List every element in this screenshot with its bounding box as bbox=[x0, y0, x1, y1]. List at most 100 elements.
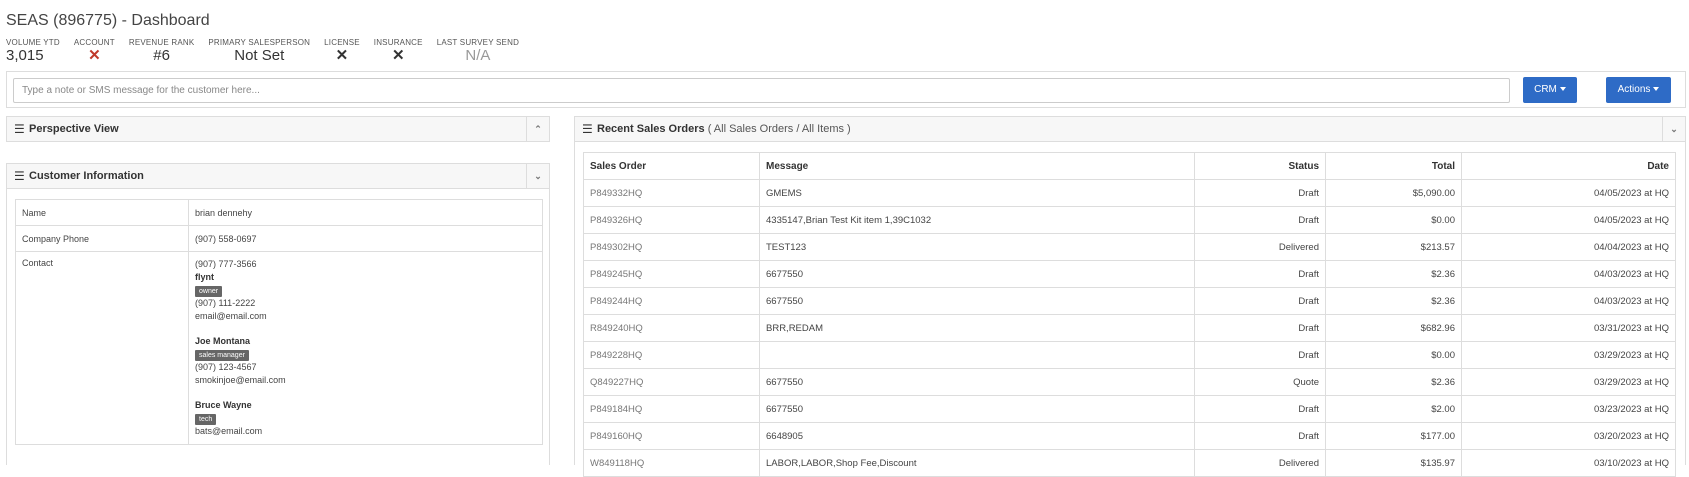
contact-card: Joe Montana sales manager (907) 123-4567… bbox=[195, 335, 536, 387]
chevron-down-icon[interactable]: ⌄ bbox=[1662, 117, 1685, 141]
stat-label: VOLUME YTD bbox=[6, 38, 60, 47]
cell-date: 04/05/2023 at HQ bbox=[1461, 206, 1676, 234]
cell-sales-order[interactable]: Q849227HQ bbox=[583, 368, 760, 396]
cell-total: $0.00 bbox=[1325, 206, 1462, 234]
cell-sales-order[interactable]: P849244HQ bbox=[583, 287, 760, 315]
cell-sales-order[interactable]: P849184HQ bbox=[583, 395, 760, 423]
table-row[interactable]: W849118HQ LABOR,LABOR,Shop Fee,Discount De… bbox=[583, 449, 1676, 477]
table-row[interactable]: P849332HQ GMEMS Draft $5,090.00 04/05/2023 a… bbox=[583, 179, 1676, 207]
cell-date: 04/04/2023 at HQ bbox=[1461, 233, 1676, 261]
note-input[interactable]: Type a note or SMS message for the custo… bbox=[13, 78, 1510, 103]
orders-filter[interactable]: ( All Sales Orders / All Items ) bbox=[708, 123, 851, 135]
contact-email[interactable]: smokinjoe@email.com bbox=[195, 374, 536, 387]
cell-message: GMEMS bbox=[759, 179, 1195, 207]
table-row[interactable]: Q849227HQ 6677550 Quote $2.36 03/29/2023 at … bbox=[583, 368, 1676, 396]
col-message[interactable]: Message bbox=[759, 152, 1195, 180]
crm-button[interactable]: CRM bbox=[1523, 77, 1577, 103]
cell-message: 6677550 bbox=[759, 395, 1195, 423]
stat-primary-salesperson: PRIMARY SALESPERSON Not Set bbox=[208, 38, 310, 65]
stat-value: N/A bbox=[465, 47, 491, 64]
cell-total: $2.00 bbox=[1325, 395, 1462, 423]
panel-title: Recent Sales Orders ( All Sales Orders /… bbox=[597, 117, 851, 141]
cell-status: Draft bbox=[1194, 422, 1326, 450]
panel-title: Perspective View bbox=[29, 123, 119, 135]
cell-date: 04/03/2023 at HQ bbox=[1461, 287, 1676, 315]
table-row[interactable]: P849228HQ Draft $0.00 03/29/2023 at HQ bbox=[583, 341, 1676, 369]
cell-status: Delivered bbox=[1194, 233, 1326, 261]
role-badge: owner bbox=[195, 286, 223, 297]
col-date[interactable]: Date bbox=[1461, 152, 1676, 180]
cell-date: 03/23/2023 at HQ bbox=[1461, 395, 1676, 423]
info-label: Company Phone bbox=[15, 225, 189, 252]
cell-sales-order[interactable]: W849118HQ bbox=[583, 449, 760, 477]
contact-phone: (907) 777-3566 bbox=[195, 259, 257, 269]
table-row[interactable]: P849160HQ 6648905 Draft $177.00 03/20/2023 a… bbox=[583, 422, 1676, 450]
cell-status: Delivered bbox=[1194, 449, 1326, 477]
cell-message: 6677550 bbox=[759, 260, 1195, 288]
stat-value: Not Set bbox=[234, 47, 285, 64]
orders-header-row: Sales Order Message Status Total Date bbox=[583, 152, 1676, 180]
stat-insurance: INSURANCE ✕ bbox=[374, 38, 423, 65]
cell-status: Draft bbox=[1194, 260, 1326, 288]
cell-message: LABOR,LABOR,Shop Fee,Discount bbox=[759, 449, 1195, 477]
info-label: Name bbox=[15, 199, 189, 226]
cell-sales-order[interactable]: P849228HQ bbox=[583, 341, 760, 369]
x-icon: ✕ bbox=[391, 47, 405, 64]
cell-date: 03/31/2023 at HQ bbox=[1461, 314, 1676, 342]
contact-email[interactable]: email@email.com bbox=[195, 310, 536, 323]
contact-card: flynt owner (907) 111-2222 email@email.c… bbox=[195, 271, 536, 323]
table-row[interactable]: R849240HQ BRR,REDAM Draft $682.96 03/31/2023… bbox=[583, 314, 1676, 342]
cell-status: Draft bbox=[1194, 314, 1326, 342]
info-row-phone: Company Phone (907) 558-0697 bbox=[15, 225, 543, 252]
stat-label: ACCOUNT bbox=[73, 38, 115, 47]
table-row[interactable]: P849302HQ TEST123 Delivered $213.57 04/04/20… bbox=[583, 233, 1676, 261]
col-sales-order[interactable]: Sales Order bbox=[583, 152, 760, 180]
col-total[interactable]: Total bbox=[1325, 152, 1462, 180]
table-row[interactable]: P849244HQ 6677550 Draft $2.36 04/03/2023 at … bbox=[583, 287, 1676, 315]
cell-message bbox=[759, 341, 1195, 369]
orders-table: Sales Order Message Status Total Date P8… bbox=[583, 152, 1676, 477]
cell-sales-order[interactable]: R849240HQ bbox=[583, 314, 760, 342]
stat-last-survey-send: LAST SURVEY SEND N/A bbox=[437, 38, 519, 65]
col-status[interactable]: Status bbox=[1194, 152, 1326, 180]
caret-down-icon bbox=[1559, 87, 1566, 92]
role-badge: sales manager bbox=[195, 350, 249, 361]
cell-message: 6677550 bbox=[759, 368, 1195, 396]
contact-primary-phone: (907) 777-3566 bbox=[195, 258, 536, 271]
table-row[interactable]: P849245HQ 6677550 Draft $2.36 04/03/2023 at … bbox=[583, 260, 1676, 288]
cell-sales-order[interactable]: P849326HQ bbox=[583, 206, 760, 234]
perspective-panel-header[interactable]: ☰ Perspective View ⌃ bbox=[6, 116, 550, 142]
table-row[interactable]: P849184HQ 6677550 Draft $2.00 03/23/2023 at … bbox=[583, 395, 1676, 423]
orders-title: Recent Sales Orders bbox=[597, 123, 705, 135]
contact-email[interactable]: bats@email.com bbox=[195, 425, 536, 438]
cell-date: 04/03/2023 at HQ bbox=[1461, 260, 1676, 288]
cell-total: $213.57 bbox=[1325, 233, 1462, 261]
cell-sales-order[interactable]: P849245HQ bbox=[583, 260, 760, 288]
cell-date: 03/29/2023 at HQ bbox=[1461, 341, 1676, 369]
table-row[interactable]: P849326HQ 4335147,Brian Test Kit item 1,3… bbox=[583, 206, 1676, 234]
stat-label: LICENSE bbox=[324, 38, 360, 47]
cell-sales-order[interactable]: P849160HQ bbox=[583, 422, 760, 450]
cell-message: 4335147,Brian Test Kit item 1,39C1032 bbox=[759, 206, 1195, 234]
cell-total: $135.97 bbox=[1325, 449, 1462, 477]
cell-status: Draft bbox=[1194, 179, 1326, 207]
orders-panel-header[interactable]: ☰ Recent Sales Orders ( All Sales Orders… bbox=[574, 116, 1686, 142]
actions-button[interactable]: Actions bbox=[1606, 77, 1671, 103]
contact-card: Bruce Wayne tech bats@email.com bbox=[195, 399, 536, 438]
chevron-up-icon[interactable]: ⌃ bbox=[526, 117, 549, 141]
page-title: SEAS (896775) - Dashboard bbox=[6, 12, 210, 29]
panel-title: Customer Information bbox=[29, 170, 144, 182]
crm-label: CRM bbox=[1534, 84, 1557, 95]
chevron-down-icon[interactable]: ⌄ bbox=[526, 164, 549, 188]
cell-sales-order[interactable]: P849332HQ bbox=[583, 179, 760, 207]
stats-bar: VOLUME YTD 3,015 ACCOUNT ✕ REVENUE RANK … bbox=[6, 38, 533, 65]
cell-total: $2.36 bbox=[1325, 368, 1462, 396]
note-bar: Type a note or SMS message for the custo… bbox=[6, 71, 1686, 108]
info-row-name: Name brian dennehy bbox=[15, 199, 543, 226]
cell-date: 03/10/2023 at HQ bbox=[1461, 449, 1676, 477]
stat-label: INSURANCE bbox=[373, 38, 423, 47]
cell-sales-order[interactable]: P849302HQ bbox=[583, 233, 760, 261]
customer-panel-header[interactable]: ☰ Customer Information ⌄ bbox=[6, 163, 550, 189]
cell-total: $0.00 bbox=[1325, 341, 1462, 369]
stat-label: LAST SURVEY SEND bbox=[436, 38, 520, 47]
